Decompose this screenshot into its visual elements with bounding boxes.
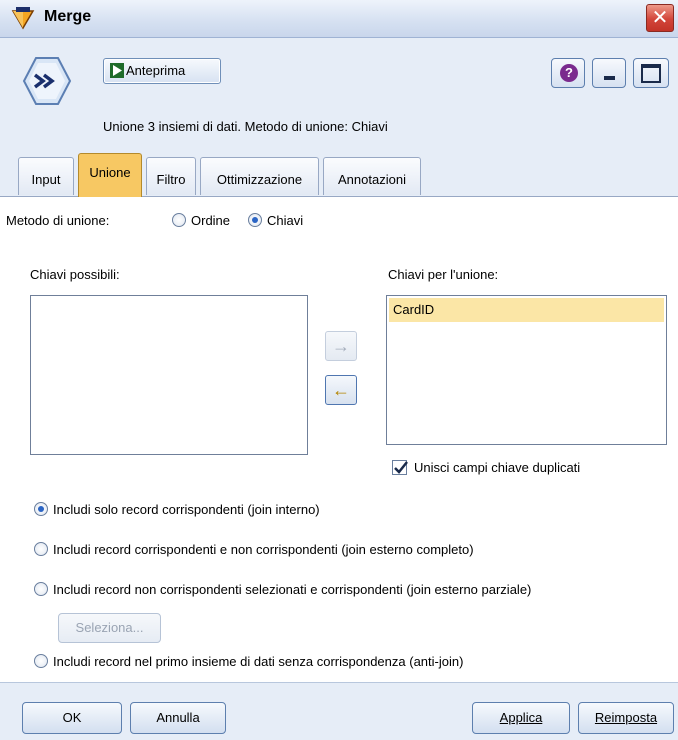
radio-order-label: Ordine (191, 213, 231, 228)
radio-keys[interactable] (248, 213, 262, 227)
radio-inner-join[interactable] (34, 502, 48, 516)
preview-button-label: Anteprima (126, 63, 186, 78)
apply-button[interactable]: Applica (472, 702, 570, 734)
minimize-icon (604, 76, 615, 80)
possible-keys-label: Chiavi possibili: (30, 267, 120, 282)
merge-node-icon (11, 7, 35, 30)
anti-join-label: Includi record nel primo insieme di dati… (53, 654, 464, 669)
possible-keys-list[interactable] (30, 295, 308, 455)
tab-optimization[interactable]: Ottimizzazione (200, 157, 319, 195)
combine-duplicates-checkbox[interactable] (392, 460, 408, 475)
maximize-button[interactable] (633, 58, 669, 88)
partial-outer-join-label: Includi record non corrispondenti selezi… (53, 582, 532, 597)
minimize-button[interactable] (592, 58, 626, 88)
preview-play-icon (110, 63, 124, 78)
maximize-icon (641, 64, 661, 83)
tab-merge[interactable]: Unione (78, 153, 142, 197)
tab-label: Unione (89, 165, 131, 180)
tab-filter[interactable]: Filtro (146, 157, 196, 195)
close-button[interactable]: ✕ (646, 4, 674, 32)
tab-label: Ottimizzazione (216, 172, 303, 187)
node-description: Unione 3 insiemi di dati. Metodo di unio… (103, 119, 388, 134)
help-icon: ? (560, 64, 578, 82)
close-icon: ✕ (651, 7, 669, 29)
merge-key-item[interactable]: CardID (389, 298, 664, 322)
preview-button[interactable]: Anteprima (103, 58, 221, 84)
radio-order[interactable] (172, 213, 186, 227)
window-title: Merge (44, 8, 92, 25)
merge-keys-label: Chiavi per l'unione: (388, 267, 499, 282)
tab-label: Input (31, 172, 61, 187)
radio-full-outer-join[interactable] (34, 542, 48, 556)
cancel-button-label: Annulla (156, 710, 200, 725)
reset-button-label: Reimposta (594, 710, 658, 725)
add-key-button[interactable]: → (325, 331, 357, 361)
merge-method-label: Metodo di unione: (6, 213, 110, 228)
tab-annotations[interactable]: Annotazioni (323, 157, 421, 195)
arrow-left-icon: ← (332, 380, 350, 400)
radio-anti-join[interactable] (34, 654, 48, 668)
reset-button[interactable]: Reimposta (578, 702, 674, 734)
ok-button-label: OK (62, 710, 82, 725)
checkmark-icon (394, 461, 408, 474)
tab-label: Filtro (156, 172, 186, 187)
tab-label: Annotazioni (338, 172, 406, 187)
dialog-footer: OK Annulla Applica Reimposta (0, 682, 678, 740)
tab-bar: Input Unione Filtro Ottimizzazione Annot… (0, 146, 678, 197)
cancel-button[interactable]: Annulla (130, 702, 226, 734)
radio-partial-outer-join[interactable] (34, 582, 48, 596)
node-header: Anteprima ? Unione 3 insiemi di dati. Me… (0, 38, 678, 146)
apply-button-label: Applica (499, 710, 543, 725)
select-button-label: Seleziona... (75, 620, 144, 635)
merge-keys-list[interactable]: CardID (386, 295, 667, 445)
run-node-icon[interactable] (22, 56, 72, 106)
inner-join-label: Includi solo record corrispondenti (join… (53, 502, 320, 517)
tab-input[interactable]: Input (18, 157, 74, 195)
full-outer-join-label: Includi record corrispondenti e non corr… (53, 542, 474, 557)
select-button[interactable]: Seleziona... (58, 613, 161, 643)
remove-key-button[interactable]: ← (325, 375, 357, 405)
arrow-right-icon: → (332, 336, 350, 356)
title-bar: Merge ✕ (0, 0, 678, 38)
combine-duplicates-label: Unisci campi chiave duplicati (414, 460, 581, 475)
help-button[interactable]: ? (551, 58, 585, 88)
merge-tab-panel: Metodo di unione: Ordine Chiavi Chiavi p… (0, 196, 678, 740)
ok-button[interactable]: OK (22, 702, 122, 734)
radio-keys-label: Chiavi (267, 213, 304, 228)
